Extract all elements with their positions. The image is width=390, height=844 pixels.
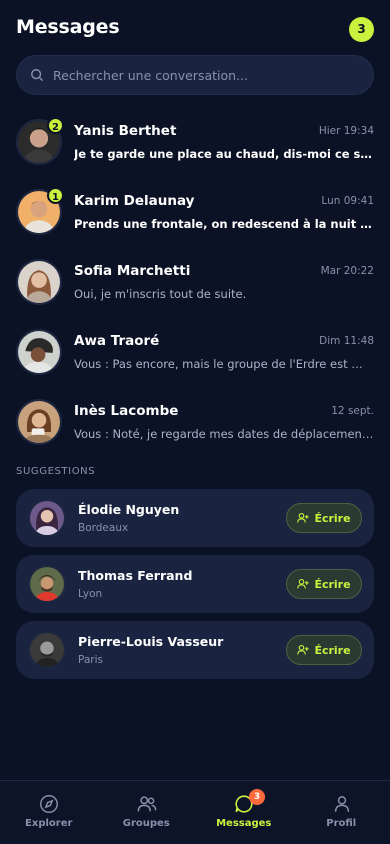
conversation-item[interactable]: Sofia Marchetti Mar 20:22 Oui, je m'insc… bbox=[0, 251, 390, 313]
write-button-label: Écrire bbox=[314, 511, 351, 525]
avatar bbox=[28, 565, 66, 603]
suggestion-city: Bordeaux bbox=[78, 522, 129, 534]
message-preview: Prends une frontale, on redescend à la n… bbox=[74, 217, 374, 231]
suggestion-card[interactable]: Élodie Nguyen Bordeaux Écrire bbox=[16, 489, 374, 547]
unread-count-badge[interactable]: 3 bbox=[349, 17, 374, 42]
user-plus-icon bbox=[297, 644, 310, 655]
write-button[interactable]: Écrire bbox=[286, 635, 362, 665]
users-icon bbox=[137, 796, 156, 812]
user-plus-icon bbox=[297, 578, 310, 589]
message-time: Lun 09:41 bbox=[321, 195, 374, 207]
suggestion-city: Lyon bbox=[78, 588, 103, 600]
avatar bbox=[28, 631, 66, 669]
message-time: Hier 19:34 bbox=[318, 125, 374, 137]
suggestion-card[interactable]: Pierre-Louis Vasseur Paris Écrire bbox=[16, 621, 374, 679]
tab-label: Explorer bbox=[25, 818, 73, 829]
avatar bbox=[16, 399, 62, 445]
tab-bar: Explorer Groupes 3 Messages Profil bbox=[0, 780, 390, 844]
search-icon bbox=[31, 69, 44, 82]
page-title: Messages bbox=[16, 16, 120, 38]
conversation-item[interactable]: Inès Lacombe 12 sept. Vous : Noté, je re… bbox=[0, 391, 390, 453]
message-preview: Je te garde une place au chaud, dis-moi … bbox=[74, 147, 374, 161]
tab-profil[interactable]: Profil bbox=[293, 781, 390, 844]
conversation-item[interactable]: Awa Traoré Dim 11:48 Vous : Pas encore, … bbox=[0, 321, 390, 383]
write-button[interactable]: Écrire bbox=[286, 503, 362, 533]
user-icon bbox=[334, 796, 349, 812]
contact-name: Awa Traoré bbox=[74, 333, 160, 349]
message-time: Mar 20:22 bbox=[320, 265, 374, 277]
avatar bbox=[16, 329, 62, 375]
write-button[interactable]: Écrire bbox=[286, 569, 362, 599]
section-title-suggestions: SUGGESTIONS bbox=[16, 466, 96, 477]
suggestion-name: Pierre-Louis Vasseur bbox=[78, 634, 224, 649]
contact-name: Yanis Berthet bbox=[74, 123, 177, 139]
suggestion-city: Paris bbox=[78, 654, 103, 666]
unread-badge: 1 bbox=[47, 187, 64, 204]
avatar bbox=[16, 259, 62, 305]
suggestion-name: Thomas Ferrand bbox=[78, 568, 193, 583]
tab-label: Messages bbox=[216, 818, 272, 829]
message-preview: Vous : Pas encore, mais le groupe de l'E… bbox=[74, 357, 363, 371]
tab-label: Profil bbox=[326, 818, 357, 829]
user-plus-icon bbox=[297, 512, 310, 523]
search-bar[interactable] bbox=[16, 55, 374, 95]
message-time: 12 sept. bbox=[331, 405, 374, 417]
message-preview: Vous : Noté, je regarde mes dates de dép… bbox=[74, 427, 374, 441]
contact-name: Inès Lacombe bbox=[74, 403, 179, 419]
header: Messages 3 bbox=[0, 0, 390, 50]
message-preview: Oui, je m'inscris tout de suite. bbox=[74, 287, 247, 301]
tab-label: Groupes bbox=[122, 818, 170, 829]
write-button-label: Écrire bbox=[314, 643, 351, 657]
message-time: Dim 11:48 bbox=[319, 335, 374, 347]
search-input[interactable] bbox=[53, 56, 363, 94]
compass-icon bbox=[40, 795, 58, 813]
contact-name: Karim Delaunay bbox=[74, 193, 195, 209]
avatar bbox=[28, 499, 66, 537]
tab-groupes[interactable]: Groupes bbox=[98, 781, 196, 844]
suggestion-name: Élodie Nguyen bbox=[78, 502, 180, 517]
tab-explorer[interactable]: Explorer bbox=[0, 781, 98, 844]
conversation-item[interactable]: 1 Karim Delaunay Lun 09:41 Prends une fr… bbox=[0, 181, 390, 243]
write-button-label: Écrire bbox=[314, 577, 351, 591]
conversation-item[interactable]: 2 Yanis Berthet Hier 19:34 Je te garde u… bbox=[0, 111, 390, 173]
contact-name: Sofia Marchetti bbox=[74, 263, 191, 279]
unread-badge: 2 bbox=[47, 117, 64, 134]
tab-messages[interactable]: 3 Messages bbox=[195, 781, 293, 844]
suggestion-card[interactable]: Thomas Ferrand Lyon Écrire bbox=[16, 555, 374, 613]
messages-tab-badge: 3 bbox=[249, 789, 265, 805]
